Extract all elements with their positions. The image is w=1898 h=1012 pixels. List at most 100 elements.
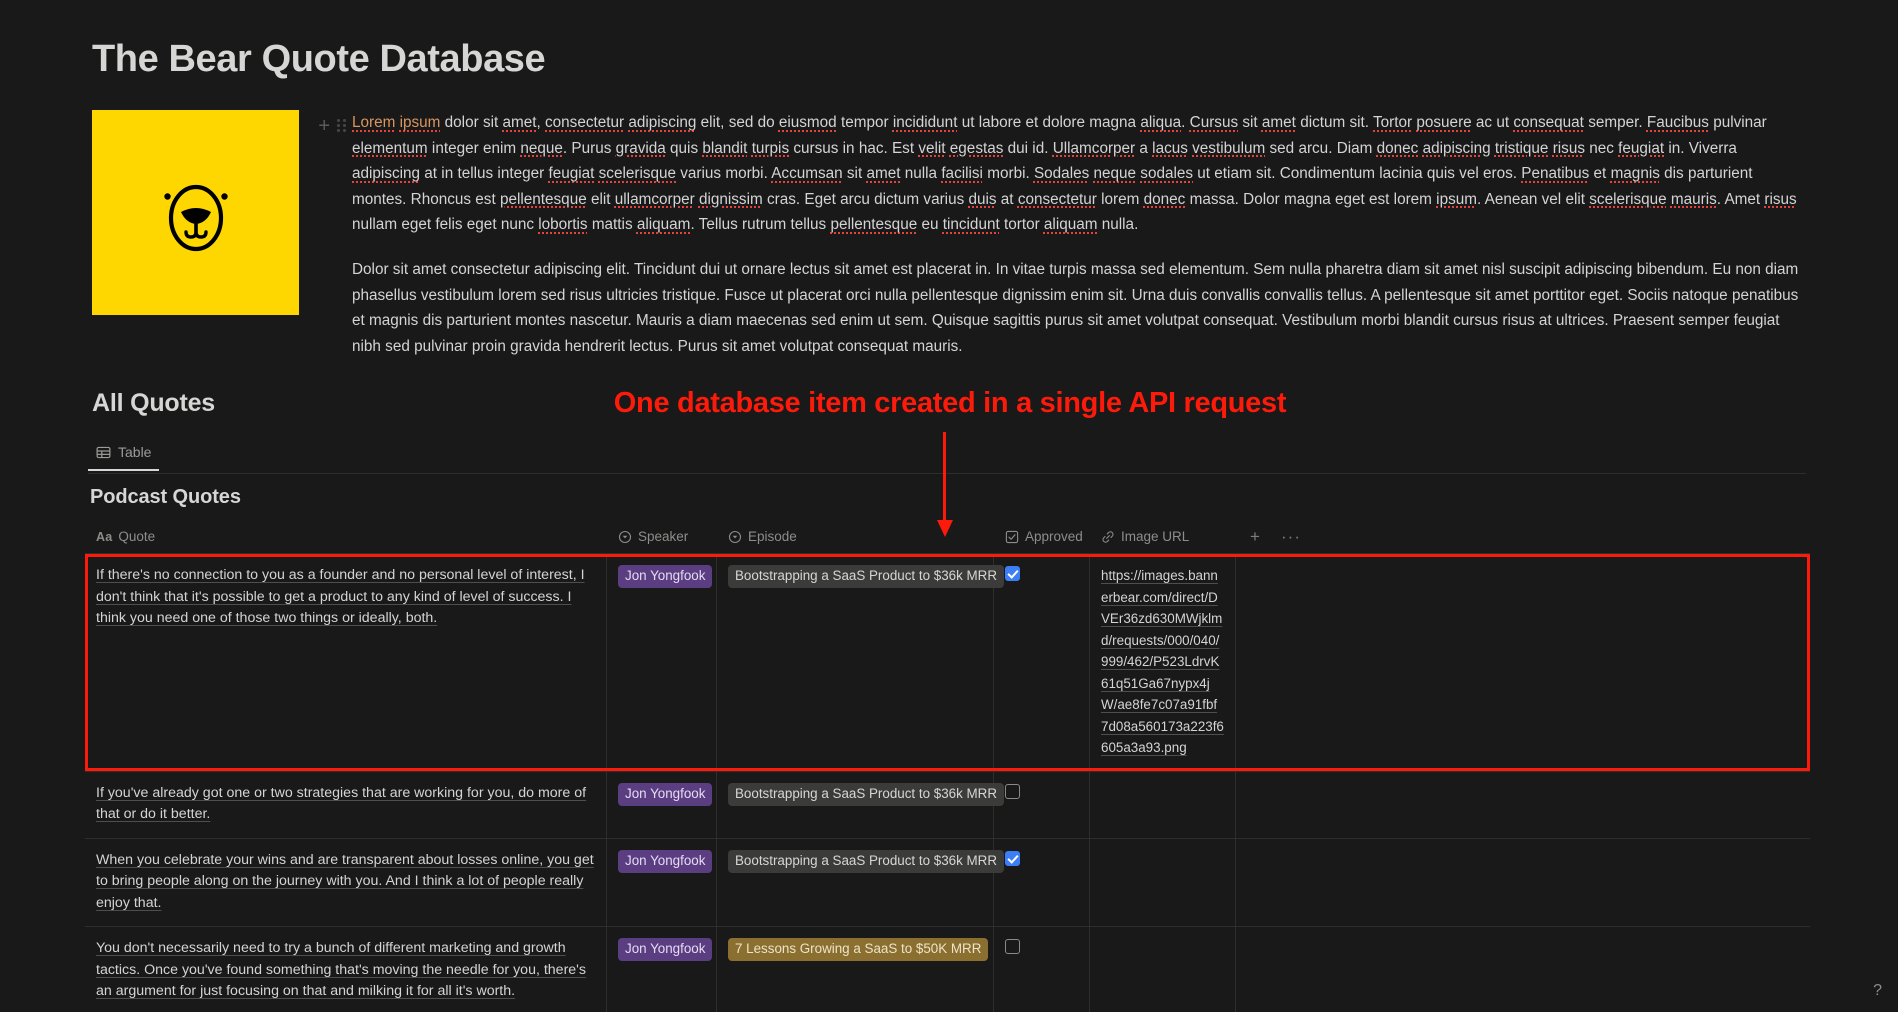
approved-checkbox[interactable] <box>1005 939 1020 954</box>
spellcheck-word: Ullamcorper <box>1053 140 1135 157</box>
approved-checkbox[interactable] <box>1005 784 1020 799</box>
quote-text: If there's no connection to you as a fou… <box>96 567 585 626</box>
spellcheck-word: turpis <box>752 140 789 157</box>
paragraph-1-body: dolor sit amet, consectetur adipiscing e… <box>352 114 1797 233</box>
spellcheck-word: risus <box>1553 140 1585 157</box>
cell-episode[interactable]: Bootstrapping a SaaS Product to $36k MRR <box>717 839 994 927</box>
spellcheck-word: aliqua <box>1140 114 1181 131</box>
speaker-chip: Jon Yongfook <box>618 565 712 588</box>
bear-logo-image <box>92 110 299 315</box>
spellcheck-word: ipsum <box>400 114 441 131</box>
cell-speaker[interactable]: Jon Yongfook <box>607 554 717 771</box>
cell-quote[interactable]: If there's no connection to you as a fou… <box>85 554 607 771</box>
spellcheck-word: magnis <box>1611 165 1660 182</box>
table-row[interactable]: If there's no connection to you as a fou… <box>85 554 1810 772</box>
cell-episode[interactable]: Bootstrapping a SaaS Product to $36k MRR <box>717 772 994 838</box>
table-body: If there's no connection to you as a fou… <box>85 553 1810 1012</box>
cell-quote[interactable]: You don't necessarily need to try a bunc… <box>85 927 607 1012</box>
cell-quote[interactable]: When you celebrate your wins and are tra… <box>85 839 607 927</box>
cell-image-url[interactable]: https://images.bannerbear.com/direct/DVE… <box>1090 554 1236 771</box>
cell-speaker[interactable]: Jon Yongfook <box>607 927 717 1012</box>
cell-approved[interactable] <box>994 839 1090 927</box>
view-tabs: Table <box>88 440 159 471</box>
spellcheck-word: incididunt <box>893 114 958 131</box>
column-header-episode[interactable]: Episode <box>717 520 994 553</box>
spellcheck-word: neque <box>1094 165 1137 182</box>
column-header-quote[interactable]: Aa Quote <box>85 520 607 553</box>
spellcheck-word: Faucibus <box>1647 114 1709 131</box>
help-button[interactable]: ? <box>1873 982 1882 1000</box>
spellcheck-word: adipiscing <box>352 165 420 182</box>
cell-image-url[interactable] <box>1090 927 1236 1012</box>
table-row[interactable]: You don't necessarily need to try a bunc… <box>85 927 1810 1012</box>
lorem-ipsum-highlight: Lorem ipsum <box>352 114 440 131</box>
approved-checkbox[interactable] <box>1005 566 1020 581</box>
spellcheck-word: adipiscing <box>1423 140 1491 157</box>
column-header-speaker[interactable]: Speaker <box>607 520 717 553</box>
spellcheck-word: feugiat <box>548 165 594 182</box>
spellcheck-word: scelerisque <box>599 165 676 182</box>
column-header-quote-label: Quote <box>118 529 155 544</box>
spellcheck-word: mauris <box>1671 191 1717 208</box>
cell-episode[interactable]: 7 Lessons Growing a SaaS to $50K MRR <box>717 927 994 1012</box>
column-header-approved-label: Approved <box>1025 529 1083 544</box>
spellcheck-word: neque <box>520 140 563 157</box>
cell-quote[interactable]: If you've already got one or two strateg… <box>85 772 607 838</box>
table-row[interactable]: When you celebrate your wins and are tra… <box>85 839 1810 928</box>
add-column-icon[interactable]: + <box>1236 527 1274 547</box>
spellcheck-word: donec <box>1144 191 1186 208</box>
spellcheck-word: eiusmod <box>779 114 837 131</box>
spellcheck-word: tristique <box>1495 140 1549 157</box>
episode-chip: Bootstrapping a SaaS Product to $36k MRR <box>728 783 1004 806</box>
cell-image-url[interactable] <box>1090 772 1236 838</box>
quote-text: You don't necessarily need to try a bunc… <box>96 940 586 999</box>
column-header-image-url-label: Image URL <box>1121 529 1189 544</box>
cell-image-url[interactable] <box>1090 839 1236 927</box>
spellcheck-word: gravida <box>616 140 666 157</box>
table-row[interactable]: If you've already got one or two strateg… <box>85 772 1810 839</box>
section-heading: All Quotes <box>92 389 215 418</box>
tab-table[interactable]: Table <box>88 440 159 471</box>
cell-approved[interactable] <box>994 772 1090 838</box>
episode-chip: 7 Lessons Growing a SaaS to $50K MRR <box>728 938 988 961</box>
column-options-ellipsis-icon[interactable]: ··· <box>1274 527 1308 547</box>
select-circle-icon <box>728 530 742 544</box>
episode-chip: Bootstrapping a SaaS Product to $36k MRR <box>728 565 1004 588</box>
block-controls: + <box>299 110 348 136</box>
cell-episode[interactable]: Bootstrapping a SaaS Product to $36k MRR <box>717 554 994 771</box>
cell-empty[interactable] <box>1236 839 1810 927</box>
speaker-chip: Jon Yongfook <box>618 850 712 873</box>
spellcheck-word: Cursus <box>1190 114 1238 131</box>
cell-approved[interactable] <box>994 927 1090 1012</box>
spellcheck-word: dignissim <box>699 191 763 208</box>
spellcheck-word: Sodales <box>1034 165 1089 182</box>
add-block-icon[interactable]: + <box>318 116 330 136</box>
cell-empty[interactable] <box>1236 772 1810 838</box>
cell-speaker[interactable]: Jon Yongfook <box>607 772 717 838</box>
spellcheck-word: consequat <box>1513 114 1584 131</box>
spellcheck-word: scelerisque <box>1589 191 1666 208</box>
cell-approved[interactable] <box>994 554 1090 771</box>
hero-text-column: Lorem ipsum dolor sit amet, consectetur … <box>348 110 1806 359</box>
cell-empty[interactable] <box>1236 927 1810 1012</box>
checkbox-icon <box>1005 530 1019 544</box>
quote-text: When you celebrate your wins and are tra… <box>96 852 594 911</box>
text-type-icon: Aa <box>96 530 112 544</box>
spellcheck-word: elementum <box>352 140 428 157</box>
approved-checkbox[interactable] <box>1005 851 1020 866</box>
select-circle-icon <box>618 530 632 544</box>
spellcheck-word: adipiscing <box>628 114 696 131</box>
quotes-table: Aa Quote Speaker Episode <box>85 520 1810 1012</box>
cell-empty[interactable] <box>1236 554 1810 771</box>
column-header-episode-label: Episode <box>748 529 797 544</box>
spellcheck-word: egestas <box>950 140 1004 157</box>
spellcheck-word: amet <box>866 165 900 182</box>
column-header-image-url[interactable]: Image URL <box>1090 520 1236 553</box>
drag-handle-icon[interactable] <box>337 119 348 135</box>
spellcheck-word: risus <box>1764 191 1796 208</box>
cell-speaker[interactable]: Jon Yongfook <box>607 839 717 927</box>
spellcheck-word: feugiat <box>1618 140 1664 157</box>
column-header-approved[interactable]: Approved <box>994 520 1090 553</box>
spellcheck-word: tincidunt <box>943 216 1000 233</box>
spellcheck-word: aliquam <box>637 216 691 233</box>
